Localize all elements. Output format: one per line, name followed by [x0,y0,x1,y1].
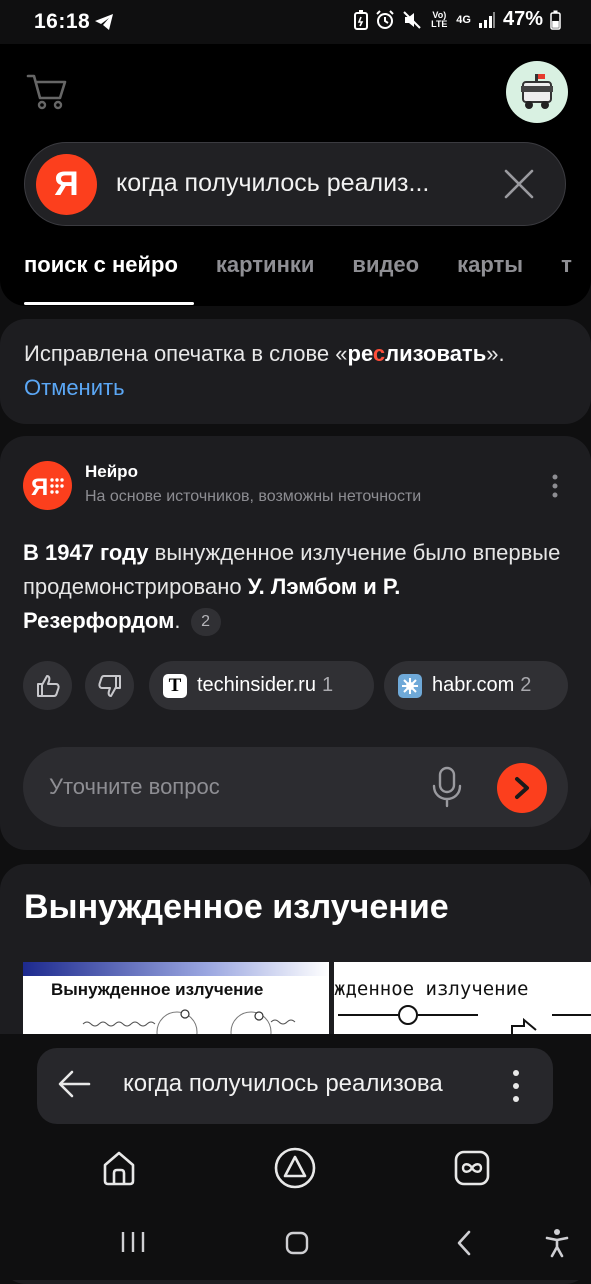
neuro-icon: Я [31,474,64,500]
signal-icon [478,11,495,28]
clear-search-button[interactable] [502,167,536,201]
back-arrow-icon[interactable] [57,1069,91,1099]
typo-correction-text: Исправлена опечатка в слове «реслизовать… [24,341,505,366]
images-section-title: Вынужденное излучение [24,888,449,926]
close-icon [504,169,534,199]
telegram-icon [94,13,114,31]
tab-images[interactable]: картинки [216,252,315,278]
techinsider-icon: T [163,673,187,698]
svg-text:Я: Я [31,474,48,500]
image-thumbnail-2[interactable]: жденное излучение [334,962,591,1034]
tab-neuro-search[interactable]: поиск с нейро [24,252,178,278]
system-back-button[interactable] [455,1229,473,1257]
thumbnail-header-bar [23,962,329,976]
active-tab-indicator [24,302,194,305]
tab-video[interactable]: видео [352,252,419,278]
battery-saver-icon [354,9,369,30]
send-button[interactable] [497,763,547,813]
microphone-icon[interactable] [430,766,464,808]
battery-icon [550,10,561,30]
image-thumbnail-1[interactable]: Вынужденное излучение [23,962,329,1034]
source-count: 2 [520,674,532,696]
status-time: 16:18 [34,10,91,33]
tabs-switcher-icon[interactable] [453,1149,491,1187]
tab-more[interactable]: т [561,252,572,278]
like-button[interactable] [23,661,72,710]
system-home-button[interactable] [285,1231,309,1255]
energy-level-diagram-icon [338,1005,591,1034]
avatar[interactable] [506,61,568,123]
thumbs-down-icon [97,674,121,697]
address-text[interactable]: когда получилось реализова [123,1070,497,1098]
recent-apps-button[interactable] [120,1230,146,1254]
battery-percent: 47% [502,8,543,30]
thumbs-up-icon [36,674,60,697]
accessibility-icon[interactable] [544,1228,570,1258]
citation-badge[interactable]: 2 [190,608,221,636]
neuro-answer-text: В 1947 году вынужденное излучение было в… [23,536,563,638]
search-tabs: поиск с нейро картинки видео карты т [24,252,572,278]
habr-icon [398,673,422,698]
dislike-button[interactable] [85,661,134,710]
emission-diagram-icon [82,1009,296,1034]
undo-correction-link[interactable]: Отменить [24,375,125,401]
source-chip-techinsider[interactable]: T techinsider.ru 1 [149,661,374,710]
neuro-logo: Я [23,461,72,510]
home-icon[interactable] [100,1149,138,1187]
source-count: 1 [321,674,334,696]
source-chip-habr[interactable]: habr.com 2 [384,661,568,710]
follow-up-placeholder[interactable]: Уточните вопрос [49,774,220,800]
robot-avatar-icon [521,74,553,109]
source-name: techinsider.ru [197,674,316,696]
volte-badge: Vo) LTE [431,9,448,29]
cart-icon[interactable] [26,72,68,110]
neuro-title: Нейро [85,462,138,481]
thumbnail-caption: Вынужденное излучение [51,980,264,999]
alarm-icon [376,9,394,29]
typo-correction-card [0,319,591,424]
search-query[interactable]: когда получилось реализ... [116,169,429,198]
neuro-subtitle: На основе источников, возможны неточност… [85,488,422,505]
tab-maps[interactable]: карты [457,252,523,278]
thumbnail-caption: жденное излучение [334,978,529,1000]
more-options-icon[interactable] [550,474,560,498]
mute-icon [403,10,421,29]
browser-menu-icon[interactable] [510,1068,522,1104]
source-name: habr.com [432,674,515,696]
chevron-right-icon [515,777,529,799]
status-icons: Vo) LTE 4G 47% [354,8,561,31]
yandex-logo[interactable]: Я [36,154,97,215]
alice-assistant-icon[interactable] [274,1147,316,1189]
network-type: 4G [456,13,471,26]
corrected-word: реслизовать [347,341,487,366]
